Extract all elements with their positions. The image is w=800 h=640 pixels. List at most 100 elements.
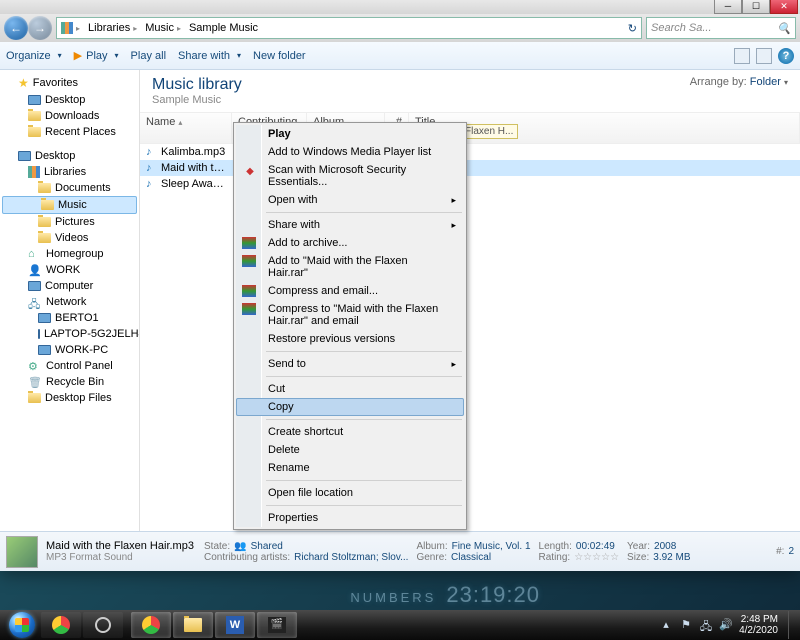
nav-music[interactable]: Music	[2, 196, 137, 214]
ctx-copy[interactable]: Copy	[236, 398, 464, 416]
view-options-button[interactable]	[734, 48, 750, 64]
navigation-pane: ★Favorites Desktop Downloads Recent Plac…	[0, 70, 140, 571]
ctx-properties[interactable]: Properties	[236, 509, 464, 527]
nav-laptop[interactable]: LAPTOP-5G2JELH4	[0, 326, 139, 342]
nav-desktop-group[interactable]: Desktop	[0, 148, 139, 164]
nav-videos[interactable]: Videos	[0, 230, 139, 246]
col-name[interactable]: Name ▴	[140, 113, 232, 143]
ctx-play[interactable]: Play	[236, 125, 464, 143]
maximize-button[interactable]: ☐	[742, 0, 770, 14]
nav-recent-places[interactable]: Recent Places	[0, 124, 139, 140]
favorites-group[interactable]: ★Favorites	[0, 74, 139, 92]
tray-volume-icon[interactable]: 🔊	[719, 618, 733, 632]
nav-computer[interactable]: Computer	[0, 278, 139, 294]
minimize-button[interactable]: ─	[714, 0, 742, 14]
show-desktop-button[interactable]	[788, 611, 796, 639]
preview-pane-button[interactable]	[756, 48, 772, 64]
winrar-icon	[242, 285, 256, 297]
search-input[interactable]: Search Sa... 🔍	[646, 17, 796, 39]
chrome-icon	[52, 616, 70, 634]
tray-clock[interactable]: 2:48 PM 4/2/2020	[739, 614, 782, 636]
new-folder-button[interactable]: New folder	[253, 50, 306, 62]
close-button[interactable]: ✕	[770, 0, 798, 14]
taskbar-explorer[interactable]	[173, 612, 213, 638]
titlebar: ─ ☐ ✕	[0, 0, 800, 14]
folder-icon	[28, 393, 41, 403]
ctx-send-to[interactable]: Send to▸	[236, 355, 464, 373]
file-thumbnail	[6, 536, 38, 568]
taskbar-media[interactable]: 🎬	[257, 612, 297, 638]
computer-icon	[28, 281, 41, 291]
nav-recycle-bin[interactable]: 🗑Recycle Bin	[0, 374, 139, 390]
play-all-button[interactable]: Play all	[131, 50, 166, 62]
ctx-share-with[interactable]: Share with▸	[236, 216, 464, 234]
breadcrumb-music[interactable]: Music	[145, 22, 174, 34]
computer-icon	[38, 329, 40, 339]
ctx-add-archive[interactable]: Add to archive...	[236, 234, 464, 252]
nav-back-button[interactable]: ←	[4, 16, 28, 40]
breadcrumb-sample-music[interactable]: Sample Music	[189, 22, 258, 34]
shield-icon: ◆	[242, 164, 258, 178]
play-menu[interactable]: ▶Play	[74, 49, 119, 62]
ctx-open-file-location[interactable]: Open file location	[236, 484, 464, 502]
ctx-scan-mse[interactable]: ◆Scan with Microsoft Security Essentials…	[236, 161, 464, 191]
nav-desktop[interactable]: Desktop	[0, 92, 139, 108]
taskbar-chrome[interactable]	[41, 612, 81, 638]
ctx-compress-rar-email[interactable]: Compress to "Maid with the Flaxen Hair.r…	[236, 300, 464, 330]
nav-network[interactable]: 🖧Network	[0, 294, 139, 310]
star-icon: ★	[18, 76, 29, 90]
nav-work-pc[interactable]: WORK-PC	[0, 342, 139, 358]
help-button[interactable]: ?	[778, 48, 794, 64]
ctx-open-with[interactable]: Open with▸	[236, 191, 464, 209]
address-row: ← → ▸ Libraries▸ Music▸ Sample Music ↻ S…	[0, 14, 800, 42]
nav-downloads[interactable]: Downloads	[0, 108, 139, 124]
taskbar-word[interactable]: W	[215, 612, 255, 638]
refresh-icon[interactable]: ↻	[624, 22, 641, 35]
computer-icon	[38, 313, 51, 323]
nav-homegroup[interactable]: ⌂Homegroup	[0, 246, 139, 262]
network-icon: 🖧	[28, 296, 42, 308]
computer-icon	[38, 345, 51, 355]
tray-action-center-icon[interactable]: ⚑	[679, 618, 693, 632]
ctx-cut[interactable]: Cut	[236, 380, 464, 398]
arrange-by[interactable]: Arrange by: Folder ▾	[690, 76, 788, 88]
start-button[interactable]	[4, 611, 40, 639]
nav-forward-button[interactable]: →	[28, 16, 52, 40]
folder-icon	[38, 217, 51, 227]
address-bar[interactable]: ▸ Libraries▸ Music▸ Sample Music ↻	[56, 17, 642, 39]
context-menu: Play Add to Windows Media Player list ◆S…	[233, 122, 467, 530]
tray-show-hidden[interactable]: ▴	[659, 618, 673, 632]
media-icon: 🎬	[268, 617, 286, 633]
ctx-restore-versions[interactable]: Restore previous versions	[236, 330, 464, 348]
ctx-add-wmp[interactable]: Add to Windows Media Player list	[236, 143, 464, 161]
breadcrumb-libraries[interactable]: Libraries	[88, 22, 130, 34]
library-icon	[61, 22, 73, 34]
nav-work-user[interactable]: 👤WORK	[0, 262, 139, 278]
music-file-icon: ♪	[146, 178, 158, 190]
nav-desktop-files[interactable]: Desktop Files	[0, 390, 139, 406]
share-with-menu[interactable]: Share with	[178, 50, 241, 62]
organize-menu[interactable]: Organize	[6, 50, 62, 62]
nav-pictures[interactable]: Pictures	[0, 214, 139, 230]
nav-documents[interactable]: Documents	[0, 180, 139, 196]
nav-berto1[interactable]: BERTO1	[0, 310, 139, 326]
nav-control-panel[interactable]: ⚙Control Panel	[0, 358, 139, 374]
tray-network-icon[interactable]: 🖧	[699, 618, 713, 632]
nav-libraries[interactable]: Libraries	[0, 164, 139, 180]
control-panel-icon: ⚙	[28, 360, 42, 372]
taskbar-chrome-running[interactable]	[131, 612, 171, 638]
ctx-rename[interactable]: Rename	[236, 459, 464, 477]
music-file-icon: ♪	[146, 146, 158, 158]
ctx-compress-email[interactable]: Compress and email...	[236, 282, 464, 300]
ctx-create-shortcut[interactable]: Create shortcut	[236, 423, 464, 441]
ctx-add-rar[interactable]: Add to "Maid with the Flaxen Hair.rar"	[236, 252, 464, 282]
word-icon: W	[226, 616, 244, 634]
chrome-icon	[142, 616, 160, 634]
ctx-delete[interactable]: Delete	[236, 441, 464, 459]
search-icon: 🔍	[777, 22, 791, 35]
recycle-bin-icon: 🗑	[28, 376, 42, 388]
app-icon	[95, 617, 111, 633]
folder-icon	[38, 183, 51, 193]
homegroup-icon: ⌂	[28, 248, 42, 260]
taskbar-app[interactable]	[83, 612, 123, 638]
